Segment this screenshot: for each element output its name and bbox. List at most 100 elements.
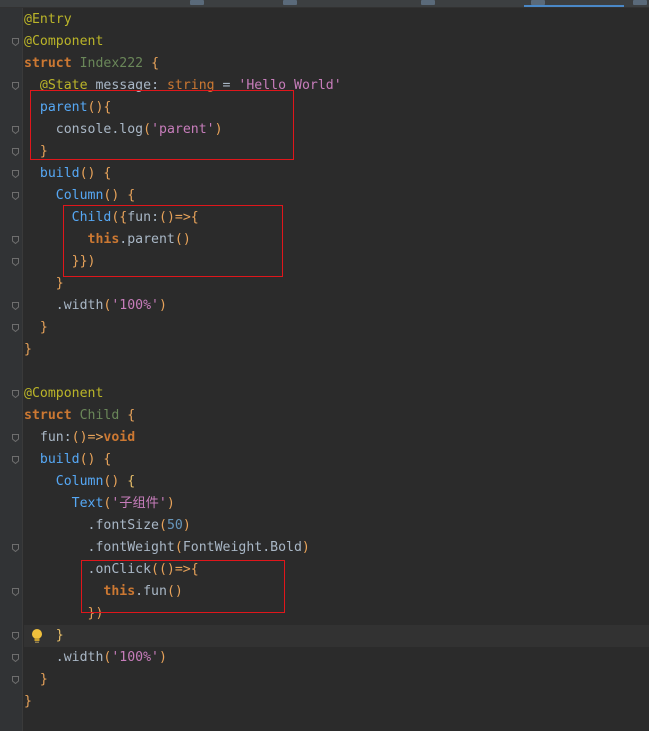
code-line[interactable]: @Component xyxy=(24,383,649,405)
code-line[interactable]: } xyxy=(24,339,649,361)
highlight-box-onclick xyxy=(81,560,285,613)
tab-icon[interactable] xyxy=(283,0,297,5)
code-token: } xyxy=(24,694,32,709)
tab-icon[interactable] xyxy=(190,0,204,5)
code-token: : xyxy=(63,430,72,445)
code-token: { xyxy=(127,474,136,489)
code-token: FontWeight.Bold xyxy=(182,540,302,555)
code-token: 50 xyxy=(166,518,183,533)
code-token: Text xyxy=(71,496,104,511)
code-line[interactable]: .width('100%') xyxy=(24,647,649,669)
code-line[interactable]: Text('子组件') xyxy=(24,493,649,515)
code-token: build xyxy=(39,452,80,467)
tab-icon[interactable] xyxy=(421,0,435,5)
fold-marker-icon[interactable] xyxy=(12,148,19,156)
code-line[interactable]: build() { xyxy=(24,163,649,185)
fold-marker-icon[interactable] xyxy=(12,676,19,684)
code-token: { xyxy=(143,56,160,71)
code-line[interactable]: .fontWeight(FontWeight.Bold) xyxy=(24,537,649,559)
fold-marker-icon[interactable] xyxy=(12,126,19,134)
code-token: } xyxy=(24,342,32,357)
code-line[interactable]: @Entry xyxy=(24,9,649,31)
code-line[interactable]: Column() { xyxy=(24,471,649,493)
code-token: ) xyxy=(301,540,310,555)
code-token: .width xyxy=(24,650,104,665)
code-token: ) xyxy=(182,518,191,533)
fold-marker-icon[interactable] xyxy=(12,390,19,398)
code-line[interactable]: build() { xyxy=(24,449,649,471)
fold-marker-icon[interactable] xyxy=(12,170,19,178)
code-token: { xyxy=(119,408,136,423)
code-token: build xyxy=(39,166,80,181)
highlight-box-child-call xyxy=(63,205,283,277)
code-line[interactable]: } xyxy=(24,691,649,713)
code-token: @Entry xyxy=(24,12,72,27)
code-token: () { xyxy=(79,166,112,181)
code-token: Index222 xyxy=(79,56,144,71)
code-token: } xyxy=(39,672,48,687)
code-token: ( xyxy=(158,518,167,533)
fold-marker-icon[interactable] xyxy=(12,544,19,552)
code-line[interactable]: } xyxy=(24,317,649,339)
code-line[interactable]: @Component xyxy=(24,31,649,53)
code-token: '子组件' xyxy=(111,496,167,511)
fold-marker-icon[interactable] xyxy=(12,302,19,310)
code-line[interactable]: .fontSize(50) xyxy=(24,515,649,537)
code-token: Child xyxy=(79,408,120,423)
code-line[interactable]: } xyxy=(24,669,649,691)
fold-marker-icon[interactable] xyxy=(12,258,19,266)
code-line[interactable]: .width('100%') xyxy=(24,295,649,317)
code-token: ()=> xyxy=(71,430,104,445)
fold-marker-icon[interactable] xyxy=(12,654,19,662)
fold-marker-icon[interactable] xyxy=(12,38,19,46)
code-token: } xyxy=(39,320,48,335)
highlight-box-parent-method xyxy=(30,90,294,160)
fold-marker-icon[interactable] xyxy=(12,236,19,244)
code-line[interactable]: struct Child { xyxy=(24,405,649,427)
code-token: @Component xyxy=(24,386,104,401)
code-token: ) xyxy=(166,496,175,511)
code-token: .fontWeight xyxy=(24,540,175,555)
fold-marker-icon[interactable] xyxy=(12,588,19,596)
code-token: void xyxy=(103,430,136,445)
code-line[interactable] xyxy=(24,361,649,383)
code-editor[interactable]: @Entry @Component struct Index222 { @State… xyxy=(0,0,649,731)
code-token: '100%' xyxy=(111,650,159,665)
fold-marker-icon[interactable] xyxy=(12,192,19,200)
lightbulb-icon[interactable] xyxy=(30,628,44,644)
active-tab-indicator xyxy=(524,5,624,7)
code-token: ) xyxy=(159,650,167,665)
fold-marker-icon[interactable] xyxy=(12,456,19,464)
fold-marker-icon[interactable] xyxy=(12,82,19,90)
tab-icon[interactable] xyxy=(633,0,647,5)
code-token: } xyxy=(55,628,64,643)
fold-marker-icon[interactable] xyxy=(12,324,19,332)
code-token: } xyxy=(55,276,64,291)
code-token: .width xyxy=(24,298,104,313)
code-token: ) xyxy=(159,298,167,313)
code-line[interactable]: struct Index222 { xyxy=(24,53,649,75)
code-token: () { xyxy=(79,452,112,467)
code-line[interactable]: Column() { xyxy=(24,185,649,207)
code-token: () { xyxy=(103,188,136,203)
code-token: Column xyxy=(55,188,104,203)
code-token: .fontSize xyxy=(24,518,159,533)
editor-gutter[interactable] xyxy=(0,8,23,731)
code-token: () xyxy=(103,474,128,489)
code-token: struct xyxy=(24,56,72,71)
fold-marker-icon[interactable] xyxy=(12,632,19,640)
code-token: struct xyxy=(24,408,72,423)
fold-marker-icon[interactable] xyxy=(12,434,19,442)
code-token: '100%' xyxy=(111,298,159,313)
code-line[interactable]: fun:()=>void xyxy=(24,427,649,449)
editor-tab-strip[interactable] xyxy=(0,0,649,8)
code-line[interactable]: } xyxy=(24,625,649,647)
